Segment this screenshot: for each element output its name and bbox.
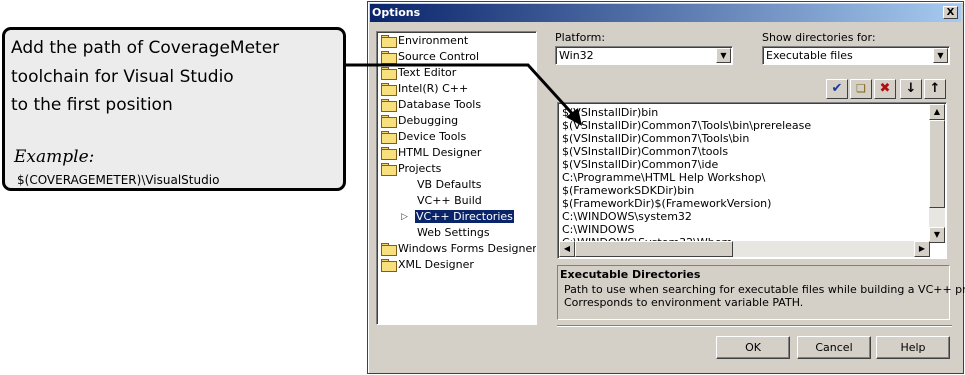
tree-item-database-tools[interactable]: Database Tools: [381, 98, 481, 113]
list-item[interactable]: C:\Programme\HTML Help Workshop\: [562, 171, 765, 184]
vertical-scrollbar[interactable]: ▲ ▼: [929, 104, 945, 243]
folder-icon: [381, 131, 397, 144]
tree-item-vb-defaults[interactable]: VB Defaults: [417, 178, 482, 193]
options-tree[interactable]: Environment Source Control Text Editor I…: [376, 31, 537, 325]
description-title: Executable Directories: [560, 268, 701, 281]
tree-item-label: Environment: [398, 34, 469, 47]
tree-item-label: HTML Designer: [398, 146, 482, 159]
show-directories-value: Executable files: [766, 49, 853, 62]
open-folder-icon: [381, 163, 397, 176]
checkmark-icon: ✔: [831, 81, 843, 96]
show-directories-label: Show directories for:: [762, 31, 876, 44]
tree-item-intel-cpp[interactable]: Intel(R) C++: [381, 82, 468, 97]
selection-arrow-icon: ▷: [401, 212, 408, 222]
tree-item-web-settings[interactable]: Web Settings: [417, 226, 490, 241]
move-up-icon: ↑: [929, 81, 941, 96]
folder-icon: [381, 83, 397, 96]
ok-button[interactable]: OK: [716, 336, 790, 359]
folder-icon: [381, 115, 397, 128]
list-item[interactable]: $(FrameworkSDKDir)bin: [562, 184, 694, 197]
list-item[interactable]: $(VSInstallDir)Common7\ide: [562, 158, 718, 171]
scroll-up-icon[interactable]: ▲: [929, 104, 945, 120]
tree-item-label: Projects: [398, 162, 442, 175]
callout-line-3: to the first position: [11, 95, 173, 115]
tree-item-label: Windows Forms Designer: [398, 242, 537, 255]
folder-icon: [381, 67, 397, 80]
tree-item-label: VB Defaults: [417, 178, 482, 191]
help-button[interactable]: Help: [876, 336, 950, 359]
tree-item-device-tools[interactable]: Device Tools: [381, 130, 466, 145]
cancel-button[interactable]: Cancel: [797, 336, 871, 359]
description-line-2: Corresponds to environment variable PATH…: [564, 296, 804, 309]
callout-line-2: toolchain for Visual Studio: [11, 67, 234, 87]
scroll-left-icon[interactable]: ◀: [559, 241, 575, 257]
title-bar[interactable]: Options X: [370, 4, 961, 22]
scroll-down-icon[interactable]: ▼: [929, 227, 945, 243]
list-item[interactable]: C:\WINDOWS\system32: [562, 210, 692, 223]
callout-line-1: Add the path of CoverageMeter: [11, 38, 280, 58]
new-folder-icon: ❏: [856, 82, 866, 95]
folder-icon: [381, 99, 397, 112]
chevron-down-icon[interactable]: ▼: [716, 48, 731, 63]
close-button[interactable]: X: [943, 6, 958, 19]
tree-item-environment[interactable]: Environment: [381, 34, 468, 49]
directory-list[interactable]: $(VSInstallDir)bin $(VSInstallDir)Common…: [557, 102, 947, 259]
description-panel: Executable Directories Path to use when …: [557, 265, 965, 320]
tree-item-html-designer[interactable]: HTML Designer: [381, 146, 481, 161]
checkmark-button[interactable]: ✔: [826, 79, 848, 99]
folder-icon: [381, 51, 397, 64]
chevron-down-icon[interactable]: ▼: [933, 48, 948, 63]
new-line-button[interactable]: ❏: [850, 79, 872, 99]
tree-item-label: Text Editor: [398, 66, 457, 79]
tree-item-vc-build[interactable]: VC++ Build: [417, 194, 482, 209]
list-item[interactable]: C:\WINDOWS: [562, 223, 634, 236]
delete-button[interactable]: ✖: [874, 79, 896, 99]
description-line-1: Path to use when searching for executabl…: [564, 283, 965, 296]
callout-example-path: $(COVERAGEMETER)\VisualStudio: [17, 173, 220, 187]
horizontal-scroll-thumb[interactable]: [575, 241, 733, 257]
list-item[interactable]: $(VSInstallDir)Common7\Tools\bin: [562, 132, 749, 145]
options-dialog: Options X Environment Source Control Tex…: [367, 1, 965, 374]
tree-item-label: Source Control: [398, 50, 480, 63]
folder-icon: [381, 243, 397, 256]
delete-icon: ✖: [879, 81, 891, 96]
callout-example-label: Example:: [14, 147, 95, 167]
list-item[interactable]: $(FrameworkDir)$(FrameworkVersion): [562, 197, 771, 210]
scroll-right-icon[interactable]: ▶: [914, 241, 930, 257]
tree-item-vc-directories[interactable]: VC++ Directories: [415, 210, 514, 225]
tree-item-xml-designer[interactable]: XML Designer: [381, 258, 474, 273]
tree-item-debugging[interactable]: Debugging: [381, 114, 458, 129]
tree-item-label: Web Settings: [417, 226, 490, 239]
folder-icon: [381, 147, 397, 160]
list-item[interactable]: $(VSInstallDir)bin: [562, 106, 658, 119]
move-down-button[interactable]: ↓: [900, 79, 922, 99]
move-down-icon: ↓: [905, 81, 917, 96]
tree-item-label: Intel(R) C++: [398, 82, 469, 95]
folder-icon: [381, 35, 397, 48]
tree-item-label: VC++ Build: [417, 194, 482, 207]
tree-item-label: Database Tools: [398, 98, 482, 111]
platform-value: Win32: [559, 49, 594, 62]
tree-item-label: Device Tools: [398, 130, 467, 143]
tree-item-label: VC++ Directories: [415, 210, 514, 223]
tree-item-source-control[interactable]: Source Control: [381, 50, 479, 65]
close-icon: X: [946, 7, 955, 18]
annotation-callout: Add the path of CoverageMeter toolchain …: [2, 27, 346, 191]
tree-item-projects[interactable]: Projects: [381, 162, 441, 177]
vertical-scroll-thumb[interactable]: [929, 120, 945, 208]
horizontal-scrollbar[interactable]: ◀ ▶: [559, 241, 930, 257]
tree-item-label: Debugging: [398, 114, 459, 127]
dialog-title: Options: [372, 6, 421, 19]
move-up-button[interactable]: ↑: [924, 79, 946, 99]
list-item[interactable]: $(VSInstallDir)Common7\tools: [562, 145, 728, 158]
platform-select[interactable]: Win32 ▼: [555, 46, 733, 65]
folder-icon: [381, 259, 397, 272]
show-directories-select[interactable]: Executable files ▼: [762, 46, 950, 65]
tree-item-windows-forms-designer[interactable]: Windows Forms Designer: [381, 242, 537, 257]
divider: [557, 325, 952, 327]
list-item[interactable]: $(VSInstallDir)Common7\Tools\bin\prerele…: [562, 119, 811, 132]
tree-item-label: XML Designer: [398, 258, 474, 271]
platform-label: Platform:: [555, 31, 606, 44]
tree-item-text-editor[interactable]: Text Editor: [381, 66, 456, 81]
